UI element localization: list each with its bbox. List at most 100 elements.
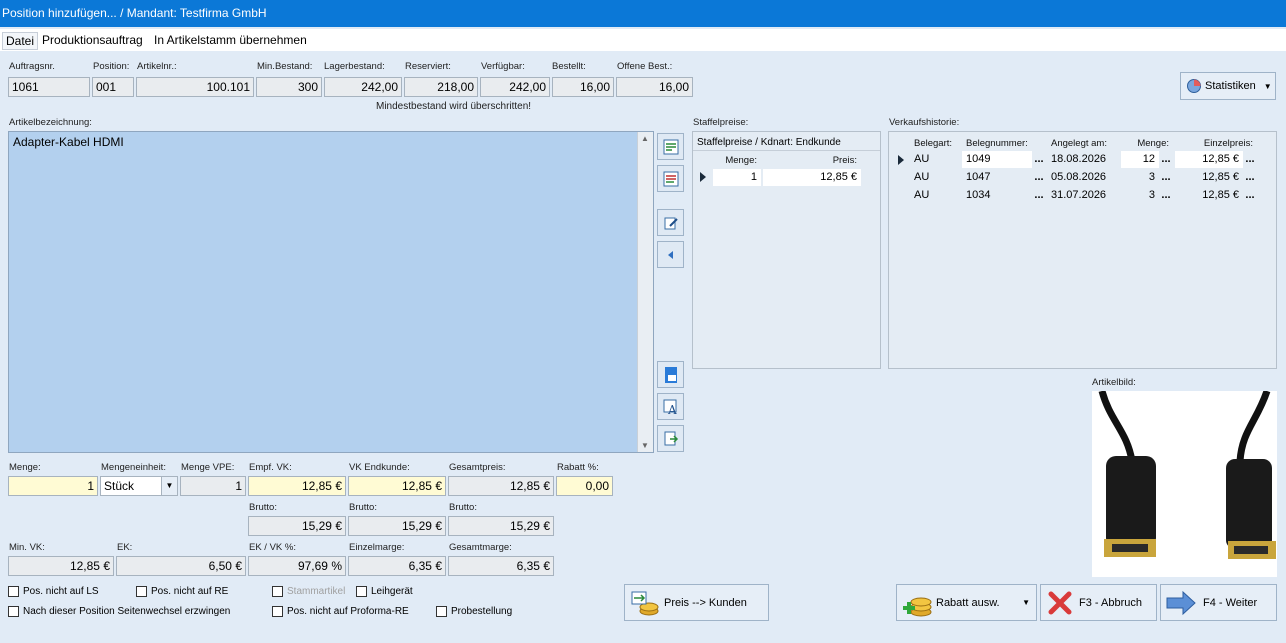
more-button[interactable]: ...: [1159, 187, 1173, 204]
pos-nicht-auf-re-label: Pos. nicht auf RE: [151, 586, 229, 597]
probestellung-checkbox[interactable]: Probestellung: [436, 606, 512, 617]
checkbox-box: [8, 586, 19, 597]
reserviert-field[interactable]: 218,00: [404, 77, 478, 97]
menge-field[interactable]: 1: [8, 476, 98, 496]
rabatt-auswahl-label: Rabatt ausw.: [936, 596, 1000, 609]
rabatt-label: Rabatt %:: [557, 462, 599, 473]
mengeneinheit-value: Stück: [104, 479, 135, 493]
min-vk-field[interactable]: 12,85 €: [8, 556, 114, 576]
brutto-empf-field[interactable]: 15,29 €: [248, 516, 346, 536]
historie-cell[interactable]: 12,85 €: [1175, 151, 1243, 168]
statistiken-button[interactable]: Statistiken ▼: [1180, 72, 1276, 100]
position-label: Position:: [93, 61, 130, 72]
brutto-gesamt-label: Brutto:: [449, 502, 477, 513]
artikelbezeichnung-memo[interactable]: Adapter-Kabel HDMI ▲ ▼: [8, 131, 654, 453]
einzelmarge-label: Einzelmarge:: [349, 542, 405, 553]
checkbox-box: [272, 606, 283, 617]
staffel-header-preis: Preis:: [832, 155, 857, 166]
lagerbestand-field[interactable]: 242,00: [324, 77, 402, 97]
gesamtpreis-field[interactable]: 12,85 €: [448, 476, 554, 496]
historie-cell[interactable]: 1047: [962, 169, 1032, 186]
pos-nicht-auf-re-checkbox[interactable]: Pos. nicht auf RE: [136, 586, 228, 597]
staffel-cell-preis[interactable]: 12,85 €: [763, 169, 861, 186]
stammartikel-checkbox[interactable]: Stammartikel: [272, 586, 345, 597]
historie-cell[interactable]: AU: [910, 187, 960, 204]
more-button[interactable]: ...: [1243, 187, 1257, 204]
document-button[interactable]: [657, 361, 684, 388]
offene-field[interactable]: 16,00: [616, 77, 693, 97]
historie-cell[interactable]: 3: [1121, 187, 1159, 204]
staffel-cell-menge[interactable]: 1: [713, 169, 761, 186]
more-button[interactable]: ...: [1032, 169, 1046, 186]
historie-cell[interactable]: 1034: [962, 187, 1032, 204]
memo-scrollbar[interactable]: ▲ ▼: [637, 132, 653, 452]
rabatt-auswahl-button[interactable]: Rabatt ausw. ▼: [896, 584, 1037, 621]
weiter-button[interactable]: F4 - Weiter: [1160, 584, 1277, 621]
historie-cell[interactable]: AU: [910, 169, 960, 186]
historie-cell[interactable]: 12,85 €: [1175, 169, 1243, 186]
staffelpreise-panel: Staffelpreise / Kdnart: Endkunde Menge: …: [692, 131, 881, 369]
gesamtmarge-field[interactable]: 6,35 €: [448, 556, 554, 576]
mengeneinheit-select[interactable]: Stück ▼: [100, 476, 178, 496]
row-indicator-icon: [898, 155, 904, 165]
stammartikel-label: Stammartikel: [287, 586, 346, 597]
more-button[interactable]: ...: [1032, 151, 1046, 168]
edit-text-button[interactable]: [657, 209, 684, 236]
artikelnr-field[interactable]: 100.101: [136, 77, 254, 97]
ek-vk-label: EK / VK %:: [249, 542, 296, 553]
vk-endkunde-field[interactable]: 12,85 €: [348, 476, 446, 496]
svg-text:A: A: [667, 403, 677, 416]
brutto-gesamt-field[interactable]: 15,29 €: [448, 516, 554, 536]
brutto-vk-field[interactable]: 15,29 €: [348, 516, 446, 536]
rabatt-field[interactable]: 0,00: [556, 476, 613, 496]
empf-vk-field[interactable]: 12,85 €: [248, 476, 346, 496]
probestellung-label: Probestellung: [451, 606, 513, 617]
historie-cell[interactable]: 05.08.2026: [1047, 169, 1119, 186]
leihgeraet-checkbox[interactable]: Leihgerät: [356, 586, 413, 597]
ek-field[interactable]: 6,50 €: [116, 556, 246, 576]
abbruch-button[interactable]: F3 - Abbruch: [1040, 584, 1157, 621]
historie-cell[interactable]: AU: [910, 151, 960, 168]
bestellt-field[interactable]: 16,00: [552, 77, 614, 97]
position-field[interactable]: 001: [92, 77, 134, 97]
seitenwechsel-checkbox[interactable]: Nach dieser Position Seitenwechsel erzwi…: [8, 606, 230, 617]
mengeneinheit-label: Mengeneinheit:: [101, 462, 166, 473]
menge-label: Menge:: [9, 462, 41, 473]
menge-vpe-field[interactable]: 1: [180, 476, 246, 496]
arrow-left-icon: [667, 250, 673, 259]
insert-text-button[interactable]: [657, 133, 684, 160]
text-replace-icon: [663, 171, 678, 186]
preis-kunden-button[interactable]: Preis --> Kunden: [624, 584, 769, 621]
more-button[interactable]: ...: [1159, 169, 1173, 186]
scroll-down-icon[interactable]: ▼: [641, 441, 649, 450]
collapse-button[interactable]: [657, 241, 684, 268]
verfuegbar-field[interactable]: 242,00: [480, 77, 550, 97]
menu-datei[interactable]: Datei: [2, 32, 39, 50]
menu-produktionsauftrag[interactable]: Produktionsauftrag: [39, 32, 146, 50]
replace-text-button[interactable]: [657, 165, 684, 192]
more-button[interactable]: ...: [1243, 151, 1257, 168]
historie-cell[interactable]: 12,85 €: [1175, 187, 1243, 204]
historie-cell[interactable]: 18.08.2026: [1047, 151, 1119, 168]
menu-artikelstamm[interactable]: In Artikelstamm übernehmen: [151, 32, 310, 50]
minbestand-label: Min.Bestand:: [257, 61, 313, 72]
more-button[interactable]: ...: [1159, 151, 1173, 168]
minbestand-field[interactable]: 300: [256, 77, 322, 97]
historie-cell[interactable]: 12: [1121, 151, 1159, 168]
proforma-checkbox[interactable]: Pos. nicht auf Proforma-RE: [272, 606, 409, 617]
more-button[interactable]: ...: [1032, 187, 1046, 204]
pos-nicht-auf-ls-checkbox[interactable]: Pos. nicht auf LS: [8, 586, 99, 597]
export-button[interactable]: [657, 425, 684, 452]
more-button[interactable]: ...: [1243, 169, 1257, 186]
artikelnr-label: Artikelnr.:: [137, 61, 177, 72]
chevron-down-icon[interactable]: ▼: [161, 477, 177, 495]
historie-cell[interactable]: 1049: [962, 151, 1032, 168]
auftragsnr-field[interactable]: 1061: [8, 77, 90, 97]
font-button[interactable]: A: [657, 393, 684, 420]
historie-cell[interactable]: 3: [1121, 169, 1159, 186]
einzelmarge-field[interactable]: 6,35 €: [348, 556, 446, 576]
scroll-up-icon[interactable]: ▲: [641, 134, 649, 143]
hdmi-cable-image: [1098, 389, 1276, 559]
historie-cell[interactable]: 31.07.2026: [1047, 187, 1119, 204]
ek-vk-field[interactable]: 97,69 %: [248, 556, 346, 576]
